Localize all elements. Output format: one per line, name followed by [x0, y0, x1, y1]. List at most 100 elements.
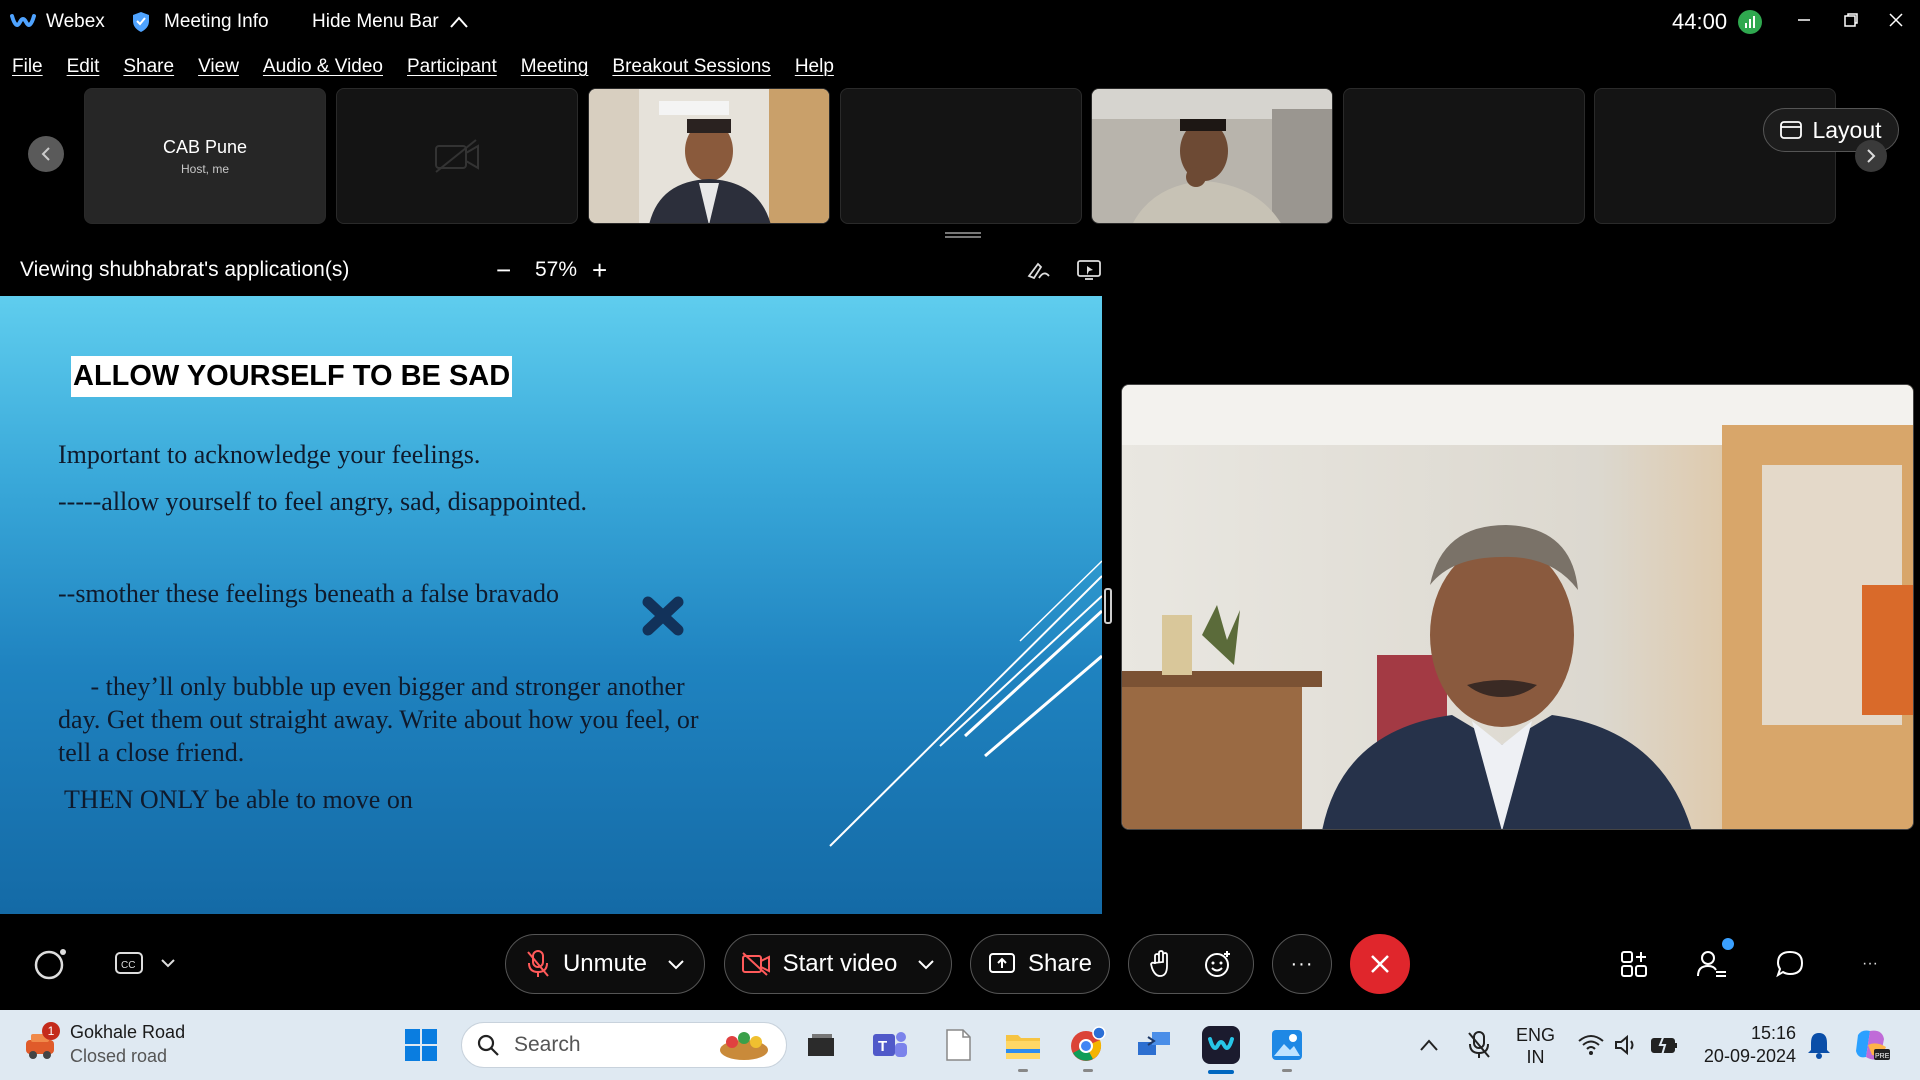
- participant-tile-host[interactable]: CAB Pune Host, me: [84, 88, 326, 224]
- menu-share[interactable]: Share: [123, 56, 174, 78]
- zoom-out-button[interactable]: −: [496, 255, 511, 286]
- taskbar-photos[interactable]: [1268, 1026, 1306, 1072]
- traffic-alert-icon: 1: [22, 1022, 60, 1062]
- menu-meeting[interactable]: Meeting: [521, 56, 589, 78]
- language-code: ENG: [1516, 1025, 1556, 1045]
- weather-widget[interactable]: 1 Gokhale Road Closed road: [22, 1020, 185, 1068]
- close-icon: [1371, 955, 1389, 973]
- battery-tray[interactable]: [1646, 1026, 1684, 1064]
- annotate-icon: [1027, 262, 1050, 280]
- webex-ai-button[interactable]: [32, 946, 68, 982]
- webex-taskbar-icon: [1202, 1026, 1240, 1064]
- more-options-button[interactable]: ···: [1272, 934, 1332, 994]
- slide-title: ALLOW YOURSELF TO BE SAD: [71, 356, 513, 397]
- system-clock[interactable]: 15:16 20-09-2024: [1696, 1022, 1796, 1068]
- notifications-button[interactable]: [1800, 1026, 1838, 1064]
- strip-next-button[interactable]: [1855, 140, 1887, 172]
- volume-tray[interactable]: [1608, 1026, 1646, 1064]
- chrome-icon: [1071, 1026, 1106, 1061]
- participant-tile-blank[interactable]: [1343, 88, 1585, 224]
- strip-prev-button[interactable]: [28, 136, 64, 172]
- apps-grid-icon: [1621, 951, 1647, 977]
- wifi-tray[interactable]: [1572, 1026, 1610, 1064]
- chevron-up-icon: [1420, 1039, 1438, 1051]
- chevron-right-icon: [1867, 149, 1876, 163]
- participants-button[interactable]: [1694, 938, 1734, 982]
- video-off-icon: [435, 139, 479, 173]
- close-icon: [1889, 13, 1903, 27]
- active-speaker-video[interactable]: [1121, 384, 1914, 830]
- menu-audio-video[interactable]: Audio & Video: [263, 56, 383, 78]
- remote-control-button[interactable]: [1076, 258, 1102, 282]
- emoji-reaction-icon[interactable]: [1203, 949, 1233, 979]
- annotate-button[interactable]: [1026, 258, 1052, 282]
- participant-name: CAB Pune: [162, 136, 248, 157]
- chevron-up-icon: [449, 16, 468, 28]
- share-screen-icon: [988, 953, 1015, 973]
- menu-view[interactable]: View: [198, 56, 239, 78]
- windows-taskbar: 1 Gokhale Road Closed road Search T ENG …: [0, 1010, 1920, 1080]
- start-button[interactable]: [402, 1026, 440, 1064]
- app-name: Webex: [46, 11, 105, 32]
- raise-hand-icon[interactable]: [1149, 950, 1173, 978]
- share-button[interactable]: Share: [970, 934, 1110, 994]
- search-placeholder: Search: [514, 1033, 581, 1056]
- leave-meeting-button[interactable]: [1350, 934, 1410, 994]
- taskbar-teams[interactable]: T: [871, 1026, 909, 1064]
- zoom-in-button[interactable]: +: [592, 255, 607, 286]
- participant-role: Host, me: [180, 161, 229, 176]
- menu-edit[interactable]: Edit: [67, 56, 100, 78]
- panel-more-label: ···: [1862, 955, 1878, 972]
- network-signal-icon[interactable]: [1738, 10, 1762, 34]
- participant-tile-blank[interactable]: [840, 88, 1082, 224]
- battery-charging-icon: [1651, 1034, 1677, 1056]
- menu-participant[interactable]: Participant: [407, 56, 497, 78]
- minimize-button[interactable]: [1781, 0, 1827, 40]
- show-hidden-icons-button[interactable]: [1410, 1026, 1448, 1064]
- taskbar-search[interactable]: Search: [461, 1022, 787, 1068]
- menu-help[interactable]: Help: [795, 56, 834, 78]
- meeting-info-button[interactable]: Meeting Info: [132, 0, 269, 44]
- apps-button[interactable]: [1616, 946, 1652, 982]
- weather-subtitle: Closed road: [70, 1046, 168, 1066]
- weather-title: Gokhale Road: [70, 1022, 186, 1042]
- slide-decorative-lines: [829, 560, 1102, 847]
- menu-file[interactable]: File: [12, 56, 43, 78]
- slide-text-line: Important to acknowledge your feelings.: [58, 440, 481, 469]
- running-indicator: [1083, 1069, 1093, 1072]
- close-button[interactable]: [1873, 0, 1919, 40]
- chat-bubble-icon: [1776, 950, 1804, 978]
- taskbar-task-view[interactable]: [802, 1026, 840, 1064]
- webex-app-menu[interactable]: Webex: [10, 0, 105, 44]
- taskbar-remote-desktop[interactable]: [1135, 1026, 1173, 1064]
- taskbar-file-explorer[interactable]: [1004, 1026, 1042, 1072]
- start-video-label: Start video: [782, 950, 898, 977]
- restore-icon: [1844, 13, 1858, 27]
- chevron-left-icon: [41, 147, 50, 161]
- remote-desktop-icon: [1138, 1032, 1170, 1055]
- share-viewing-bar: Viewing shubhabrat's application(s) − 57…: [0, 250, 1120, 290]
- participant-tile-video[interactable]: [588, 88, 830, 224]
- chat-button[interactable]: [1772, 946, 1808, 982]
- restore-button[interactable]: [1828, 0, 1874, 40]
- document-icon: [946, 1029, 971, 1061]
- strip-resize-handle[interactable]: [945, 232, 981, 238]
- captions-button[interactable]: CC: [114, 946, 178, 982]
- input-language[interactable]: ENG IN: [1516, 1024, 1555, 1068]
- participant-tile-video-off[interactable]: [336, 88, 578, 224]
- panel-more-button[interactable]: ···: [1852, 946, 1888, 982]
- bell-icon: [1808, 1033, 1830, 1059]
- menu-breakout-sessions[interactable]: Breakout Sessions: [612, 56, 770, 78]
- taskbar-chrome[interactable]: [1069, 1026, 1107, 1072]
- hide-menu-bar-button[interactable]: Hide Menu Bar: [312, 0, 469, 44]
- viewing-label: Viewing shubhabrat's application(s): [20, 258, 350, 281]
- copilot-button[interactable]: PRE: [1852, 1026, 1890, 1064]
- share-resize-handle[interactable]: [1104, 588, 1112, 624]
- mic-muted-tray[interactable]: [1460, 1026, 1498, 1064]
- closed-captions-icon: CC: [115, 952, 175, 974]
- taskbar-webex[interactable]: [1202, 1026, 1240, 1074]
- start-video-button[interactable]: Start video: [724, 934, 952, 994]
- participant-tile-video[interactable]: [1091, 88, 1333, 224]
- taskbar-notepad[interactable]: [939, 1026, 977, 1064]
- unmute-button[interactable]: Unmute: [505, 934, 705, 994]
